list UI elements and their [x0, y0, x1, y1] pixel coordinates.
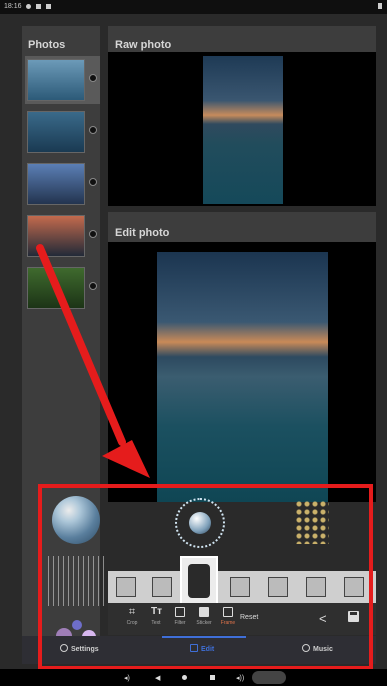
edit-photo-panel: Edit photo	[108, 212, 376, 502]
highlight-box	[38, 484, 373, 670]
edit-photo-image	[157, 252, 328, 502]
thumbnail-remove-icon[interactable]	[89, 126, 97, 134]
photo-thumbnail[interactable]	[25, 212, 100, 260]
thumbnail-image	[27, 59, 85, 101]
home-icon[interactable]	[182, 675, 187, 680]
thumbnail-remove-icon[interactable]	[89, 282, 97, 290]
notification-icon	[46, 3, 52, 9]
thumbnail-image	[27, 111, 85, 153]
thumbnail-image	[27, 215, 85, 257]
back-icon[interactable]: ◀	[155, 674, 160, 682]
system-nav-bar: ◂) ◀ ◂))	[0, 669, 387, 686]
edit-photo-canvas[interactable]	[108, 242, 376, 502]
photo-thumbnail[interactable]	[25, 160, 100, 208]
thumbnail-remove-icon[interactable]	[89, 230, 97, 238]
photo-thumbnail[interactable]	[25, 108, 100, 156]
volume-down-icon[interactable]: ◂)	[124, 674, 130, 682]
thumbnail-image	[27, 163, 85, 205]
photo-thumbnail[interactable]	[25, 264, 100, 312]
photo-thumbnail[interactable]	[25, 56, 100, 104]
thumbnail-image	[27, 267, 85, 309]
photos-title: Photos	[28, 39, 66, 51]
recents-icon[interactable]	[210, 675, 215, 680]
volume-up-icon[interactable]: ◂))	[236, 674, 244, 682]
thumbnail-remove-icon[interactable]	[89, 74, 97, 82]
raw-photo-title: Raw photo	[115, 39, 172, 51]
active-app-pill[interactable]	[252, 671, 286, 684]
raw-photo-panel: Raw photo	[108, 26, 376, 206]
raw-photo-image	[203, 56, 283, 204]
thumbnail-remove-icon[interactable]	[89, 178, 97, 186]
notification-icon	[26, 3, 32, 9]
status-bar: 18:16	[0, 0, 387, 14]
status-time: 18:16	[4, 3, 22, 10]
battery-icon	[378, 3, 382, 9]
raw-photo-viewer	[108, 52, 376, 206]
notification-icon	[36, 3, 42, 9]
edit-photo-title: Edit photo	[115, 227, 170, 239]
